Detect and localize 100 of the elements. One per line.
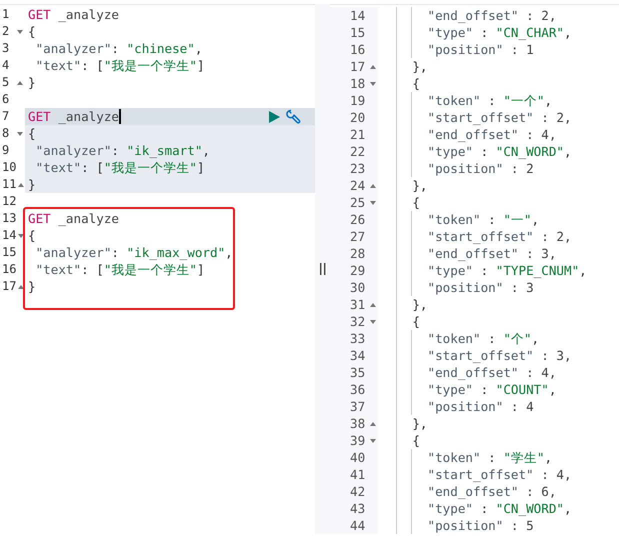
- line-number: 3: [2, 40, 10, 57]
- code-line: "end_offset" : 3,: [426, 246, 556, 261]
- line-number: 12: [2, 193, 16, 210]
- collapse-arrow-icon[interactable]: [370, 200, 376, 206]
- line-number: 23: [349, 160, 366, 177]
- code-line: "type" : "CN_WORD",: [426, 144, 572, 159]
- code-line: {: [411, 195, 420, 210]
- line-number: 44: [349, 517, 366, 534]
- code-line: "type" : "CN_CHAR",: [426, 25, 572, 40]
- code-line: "token" : "一",: [426, 212, 540, 227]
- collapse-arrow-icon[interactable]: [370, 80, 376, 86]
- collapse-arrow-icon[interactable]: [18, 232, 24, 238]
- line-number: 15: [349, 24, 366, 41]
- code-line: "text": ["我是一个学生"]: [34, 160, 205, 175]
- expand-arrow-icon[interactable]: [17, 80, 24, 86]
- code-line: "position" : 1: [426, 42, 534, 57]
- line-number: 27: [349, 228, 366, 245]
- code-line: },: [411, 416, 428, 431]
- code-line: "position" : 4: [426, 399, 534, 414]
- code-line: "end_offset" : 4,: [426, 365, 556, 380]
- line-number: 39: [349, 432, 366, 449]
- line-number: 14: [349, 7, 366, 24]
- line-number: 36: [349, 381, 366, 398]
- line-number: 8: [2, 125, 10, 142]
- code-line: {: [28, 126, 36, 141]
- code-line: },: [411, 178, 428, 193]
- line-number: 7: [2, 108, 10, 125]
- collapse-arrow-icon[interactable]: [370, 318, 376, 324]
- line-number: 26: [349, 211, 366, 228]
- line-number: 34: [349, 347, 366, 364]
- code-line: "type" : "COUNT",: [426, 382, 556, 397]
- code-line: "start_offset" : 4,: [426, 467, 572, 482]
- line-number: 21: [349, 126, 366, 143]
- line-number: 14: [2, 227, 16, 244]
- code-line: {: [411, 76, 420, 91]
- line-number: 38: [349, 415, 366, 432]
- line-number: 11: [2, 176, 16, 193]
- line-number: 18: [349, 75, 366, 92]
- line-number: 33: [349, 330, 366, 347]
- line-number: 30: [349, 279, 366, 296]
- code-line: GET _analyze: [28, 109, 119, 124]
- code-line: "token" : "学生",: [426, 450, 552, 465]
- code-line: "end_offset" : 4,: [426, 127, 556, 142]
- line-number: 35: [349, 364, 366, 381]
- code-line: "type" : "CN_WORD",: [426, 501, 572, 516]
- line-number: 6: [2, 91, 10, 108]
- code-line: "analyzer": "ik_max_word",: [34, 245, 233, 260]
- line-number: 1: [2, 6, 10, 23]
- code-line: GET _analyze: [28, 7, 119, 22]
- expand-arrow-icon[interactable]: [370, 64, 376, 70]
- code-line: "analyzer": "chinese",: [34, 41, 202, 56]
- line-number: 28: [349, 245, 366, 262]
- collapse-arrow-icon[interactable]: [370, 438, 376, 444]
- code-line: GET _analyze: [28, 211, 119, 226]
- line-number: 29: [349, 262, 366, 279]
- expand-arrow-icon[interactable]: [370, 182, 376, 188]
- expand-arrow-icon[interactable]: [18, 182, 24, 188]
- play-icon[interactable]: [269, 110, 280, 122]
- line-number: 15: [2, 244, 16, 261]
- line-number: 20: [349, 109, 366, 126]
- code-line: {: [28, 228, 36, 243]
- wrench-icon[interactable]: [286, 108, 302, 124]
- code-line: "analyzer": "ik_smart",: [34, 143, 210, 158]
- line-number: 16: [349, 41, 366, 58]
- line-number: 10: [2, 159, 16, 176]
- line-number: 41: [349, 466, 366, 483]
- code-line: "type" : "TYPE_CNUM",: [426, 263, 587, 278]
- collapse-arrow-icon[interactable]: [17, 130, 24, 136]
- line-number: 37: [349, 398, 366, 415]
- code-line: {: [411, 314, 420, 329]
- collapse-arrow-icon[interactable]: [17, 28, 24, 34]
- code-line: "end_offset" : 6,: [426, 484, 556, 499]
- resize-handle-icon[interactable]: [320, 263, 326, 275]
- line-number: 13: [2, 210, 16, 227]
- line-number: 16: [2, 261, 16, 278]
- expand-arrow-icon[interactable]: [370, 420, 376, 426]
- code-line: "text": ["我是一个学生"]: [34, 262, 205, 277]
- line-number: 2: [2, 23, 10, 40]
- line-number: 32: [349, 313, 366, 330]
- code-line: {: [411, 433, 420, 448]
- line-number: 9: [2, 142, 10, 159]
- code-line: {: [28, 24, 36, 39]
- code-line: "start_offset" : 2,: [426, 110, 572, 125]
- code-line: "start_offset" : 2,: [426, 229, 572, 244]
- line-number: 17: [349, 58, 366, 75]
- code-line: "position" : 5: [426, 518, 534, 533]
- line-number: 31: [349, 296, 366, 313]
- expand-arrow-icon[interactable]: [370, 302, 376, 308]
- line-number: 40: [349, 449, 366, 466]
- line-number: 25: [349, 194, 366, 211]
- code-line: "text": ["我是一个学生"]: [34, 58, 205, 73]
- code-line: }: [28, 75, 36, 90]
- code-line: "position" : 3: [426, 280, 534, 295]
- line-number: 17: [2, 278, 16, 295]
- expand-arrow-icon[interactable]: [18, 284, 24, 290]
- line-number: 5: [2, 74, 10, 91]
- line-number: 22: [349, 143, 366, 160]
- code-line: },: [411, 297, 428, 312]
- code-line: "start_offset" : 3,: [426, 348, 572, 363]
- code-line: "token" : "一个",: [426, 93, 552, 108]
